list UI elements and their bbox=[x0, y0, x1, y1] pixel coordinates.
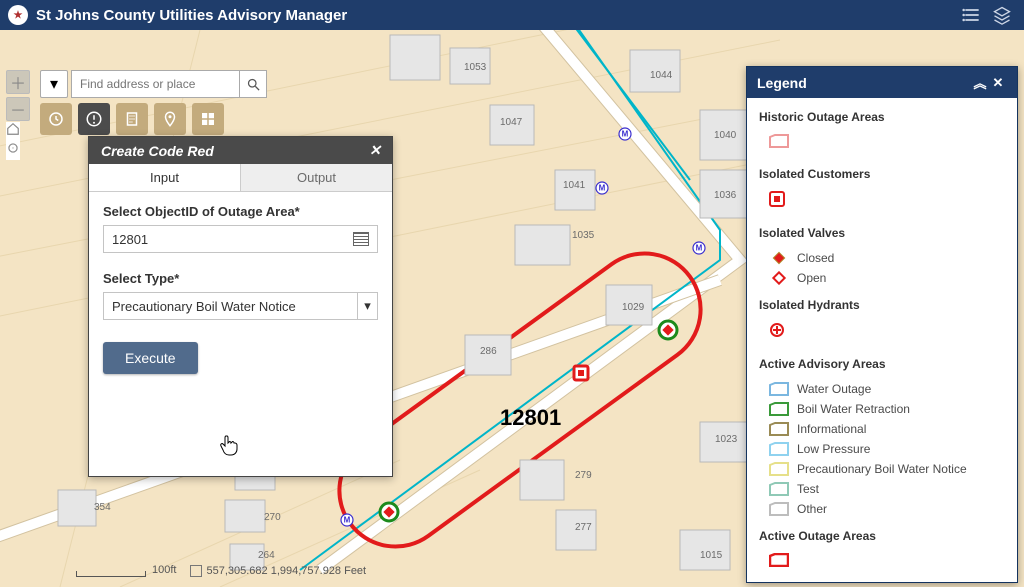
tool-history-button[interactable] bbox=[40, 103, 72, 135]
legend-valve-closed: Closed bbox=[759, 248, 1005, 268]
tab-output[interactable]: Output bbox=[241, 164, 392, 191]
coordinates-readout: 557,305.682 1,994,757.928 Feet bbox=[190, 565, 366, 577]
list-icon bbox=[962, 5, 982, 25]
search-button[interactable] bbox=[239, 70, 267, 98]
objectid-value: 12801 bbox=[112, 232, 148, 247]
svg-text:M: M bbox=[696, 244, 703, 253]
county-seal-icon bbox=[8, 5, 28, 25]
isolated-customer-icon bbox=[574, 366, 588, 380]
svg-text:270: 270 bbox=[264, 512, 281, 523]
app-title: St Johns County Utilities Advisory Manag… bbox=[36, 7, 956, 24]
type-select[interactable]: Precautionary Boil Water Notice ▾ bbox=[103, 292, 378, 320]
search-input[interactable] bbox=[71, 70, 239, 98]
search-source-dropdown[interactable]: ▾ bbox=[40, 70, 68, 98]
legend-panel: Legend ︽ ✕ Historic Outage Areas Isolate… bbox=[746, 66, 1018, 583]
panel-header[interactable]: Create Code Red ✕ bbox=[89, 137, 392, 164]
isolated-customer-swatch bbox=[769, 191, 785, 207]
meter-icon: M bbox=[619, 128, 631, 140]
svg-text:1044: 1044 bbox=[650, 70, 673, 81]
svg-text:1023: 1023 bbox=[715, 434, 738, 445]
svg-text:1035: 1035 bbox=[572, 230, 595, 241]
legend-header[interactable]: Legend ︽ ✕ bbox=[747, 67, 1017, 98]
zoom-in-button[interactable]: ＋ bbox=[6, 70, 30, 94]
svg-text:1047: 1047 bbox=[500, 117, 523, 128]
search-icon bbox=[246, 77, 261, 92]
type-label: Select Type* bbox=[103, 271, 378, 286]
legend-section-iso-hyd: Isolated Hydrants bbox=[759, 298, 1005, 312]
alert-icon bbox=[85, 110, 103, 128]
type-value: Precautionary Boil Water Notice bbox=[112, 299, 296, 314]
historic-outage-icon bbox=[769, 134, 789, 148]
legend-title: Legend bbox=[757, 75, 971, 91]
attribute-table-button[interactable] bbox=[958, 3, 986, 27]
svg-text:M: M bbox=[622, 130, 629, 139]
zoom-out-button[interactable]: － bbox=[6, 97, 30, 121]
svg-text:1041: 1041 bbox=[563, 180, 586, 191]
zoom-controls: ＋ － bbox=[6, 70, 30, 124]
svg-text:1015: 1015 bbox=[700, 550, 723, 561]
svg-text:354: 354 bbox=[94, 502, 111, 513]
legend-section-iso-cust: Isolated Customers bbox=[759, 167, 1005, 181]
tool-notes-button[interactable] bbox=[116, 103, 148, 135]
svg-text:M: M bbox=[344, 516, 351, 525]
search-bar: ▾ bbox=[40, 70, 267, 98]
scale-label: 100ft bbox=[152, 564, 176, 576]
panel-tabs: Input Output bbox=[89, 164, 392, 192]
objectid-input[interactable]: 12801 bbox=[103, 225, 378, 253]
dropdown-arrow-icon[interactable]: ▾ bbox=[357, 293, 377, 319]
locate-button[interactable] bbox=[6, 141, 20, 160]
tab-input[interactable]: Input bbox=[89, 164, 241, 191]
legend-close-button[interactable]: ✕ bbox=[989, 75, 1007, 91]
svg-text:264: 264 bbox=[258, 550, 275, 561]
legend-valve-open: Open bbox=[759, 268, 1005, 288]
svg-text:M: M bbox=[599, 184, 606, 193]
list-picker-icon[interactable] bbox=[353, 232, 369, 246]
svg-text:1029: 1029 bbox=[622, 302, 645, 313]
svg-text:1040: 1040 bbox=[714, 130, 737, 141]
svg-text:279: 279 bbox=[575, 470, 592, 481]
legend-section-historic: Historic Outage Areas bbox=[759, 110, 1005, 124]
legend-collapse-button[interactable]: ︽ bbox=[971, 73, 989, 92]
map-canvas[interactable]: 12801 1053 1047 1044 1041 1040 bbox=[0, 30, 1024, 587]
outage-id-label: 12801 bbox=[500, 405, 561, 430]
layers-icon bbox=[992, 5, 1012, 25]
tool-locate-button[interactable] bbox=[154, 103, 186, 135]
tool-tray bbox=[40, 103, 224, 135]
valve-closed-icon bbox=[659, 321, 677, 339]
clock-icon bbox=[47, 110, 65, 128]
grid-icon bbox=[199, 110, 217, 128]
scale-bar: 100ft 557,305.682 1,994,757.928 Feet bbox=[76, 565, 366, 577]
pin-icon bbox=[161, 110, 179, 128]
tool-basemap-button[interactable] bbox=[192, 103, 224, 135]
document-icon bbox=[123, 110, 141, 128]
coord-icon bbox=[190, 565, 202, 577]
coord-text: 557,305.682 1,994,757.928 Feet bbox=[206, 565, 366, 577]
objectid-label: Select ObjectID of Outage Area* bbox=[103, 204, 378, 219]
layers-button[interactable] bbox=[988, 3, 1016, 27]
svg-text:1053: 1053 bbox=[464, 62, 487, 73]
svg-text:286: 286 bbox=[480, 346, 497, 357]
home-extent-button[interactable] bbox=[6, 122, 20, 141]
panel-close-button[interactable]: ✕ bbox=[366, 142, 384, 159]
app-header: St Johns County Utilities Advisory Manag… bbox=[0, 0, 1024, 30]
legend-body: Historic Outage Areas Isolated Customers… bbox=[747, 98, 1017, 582]
legend-section-active-out: Active Outage Areas bbox=[759, 529, 1005, 543]
legend-section-active-adv: Active Advisory Areas bbox=[759, 357, 1005, 371]
create-code-red-panel: Create Code Red ✕ Input Output Select Ob… bbox=[88, 136, 393, 477]
execute-button[interactable]: Execute bbox=[103, 342, 198, 374]
svg-text:277: 277 bbox=[575, 522, 592, 533]
legend-section-iso-valves: Isolated Valves bbox=[759, 226, 1005, 240]
tool-code-red-button[interactable] bbox=[78, 103, 110, 135]
nav-controls bbox=[6, 122, 20, 160]
active-outage-swatch bbox=[769, 553, 789, 567]
panel-title: Create Code Red bbox=[97, 143, 366, 159]
svg-text:1036: 1036 bbox=[714, 190, 737, 201]
isolated-hydrant-swatch bbox=[769, 322, 785, 338]
